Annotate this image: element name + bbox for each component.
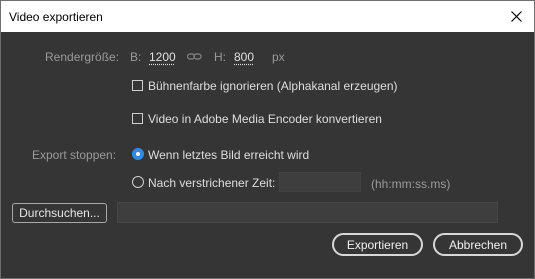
dialog-title: Video exportieren xyxy=(9,10,103,24)
elapsed-time-radio[interactable] xyxy=(132,176,144,188)
height-label: H: xyxy=(214,50,226,64)
export-video-dialog: Video exportieren Rendergröße: B: 1200 H… xyxy=(0,0,535,279)
cancel-button[interactable]: Abbrechen xyxy=(433,233,523,256)
output-path-input[interactable] xyxy=(117,202,498,223)
convert-media-encoder-label[interactable]: Video in Adobe Media Encoder konvertiere… xyxy=(148,112,382,126)
height-value[interactable]: 800 xyxy=(234,50,254,64)
export-button[interactable]: Exportieren xyxy=(332,233,423,256)
link-dimensions-icon[interactable] xyxy=(186,51,202,65)
close-button[interactable] xyxy=(498,1,534,32)
width-value[interactable]: 1200 xyxy=(149,50,176,64)
elapsed-time-input[interactable] xyxy=(279,172,361,192)
size-unit-label: px xyxy=(272,50,285,64)
browse-button[interactable]: Durchsuchen... xyxy=(12,203,107,223)
convert-media-encoder-checkbox[interactable] xyxy=(132,113,143,124)
last-frame-radio[interactable] xyxy=(132,148,144,160)
width-label: B: xyxy=(130,50,142,64)
render-size-label: Rendergröße: xyxy=(45,50,120,64)
stop-export-label: Export stoppen: xyxy=(32,148,117,162)
last-frame-label[interactable]: Wenn letztes Bild erreicht wird xyxy=(148,148,309,162)
ignore-stage-color-checkbox[interactable] xyxy=(132,80,143,91)
time-format-hint: (hh:mm:ss.ms) xyxy=(371,177,451,191)
ignore-stage-color-label[interactable]: Bühnenfarbe ignorieren (Alphakanal erzeu… xyxy=(148,79,398,93)
dialog-content: Rendergröße: B: 1200 H: 800 px Bühnenfar… xyxy=(1,32,534,278)
title-bar: Video exportieren xyxy=(1,1,534,32)
close-icon xyxy=(510,11,522,22)
elapsed-time-label[interactable]: Nach verstrichener Zeit: xyxy=(148,176,275,190)
